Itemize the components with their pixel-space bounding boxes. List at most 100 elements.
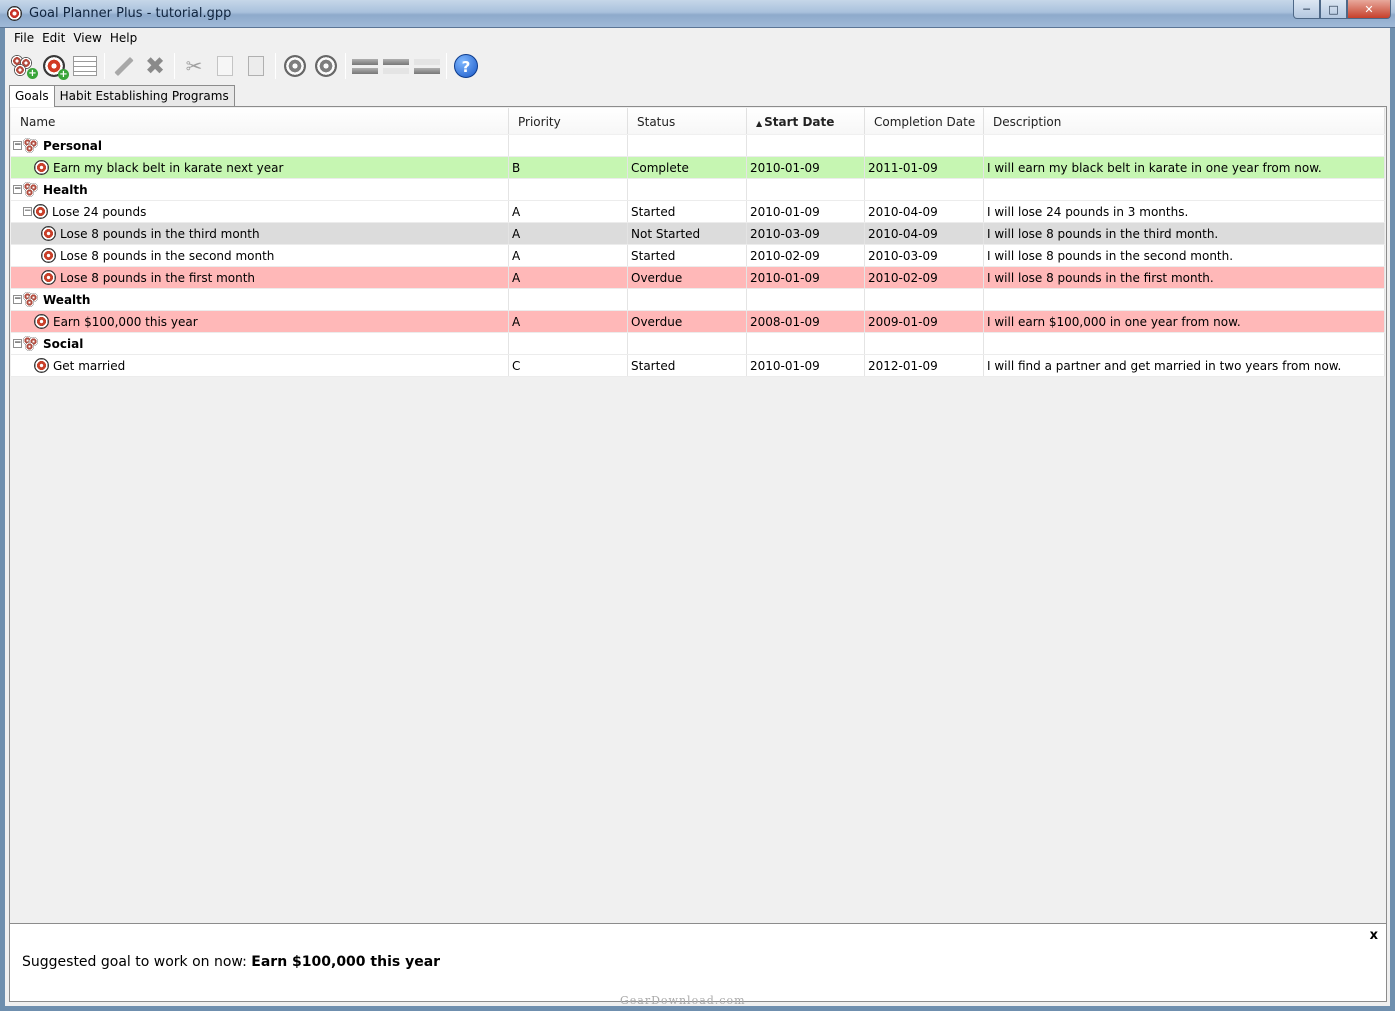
delete-icon: ✖ — [144, 52, 166, 80]
table-row[interactable]: − Lose 24 pounds A Started 2010-01-09 2010-04… — [11, 201, 1385, 223]
menu-file[interactable]: File — [10, 28, 38, 48]
row-name-label: Earn my black belt in karate next year — [53, 160, 284, 175]
cut-button[interactable]: ✂ — [179, 51, 209, 81]
edit-button[interactable] — [109, 51, 139, 81]
add-goal-icon: + — [43, 55, 69, 80]
add-goal-button[interactable]: + — [39, 51, 69, 81]
paste-button[interactable] — [241, 51, 271, 81]
suggested-goal[interactable]: Earn $100,000 this year — [251, 954, 440, 970]
cut-icon: ✂ — [185, 54, 203, 78]
group-row[interactable]: − Personal — [11, 135, 1385, 157]
close-button[interactable]: ✕ — [1347, 0, 1391, 19]
cell-start-date: 2008-01-09 — [747, 311, 865, 332]
cell-completion-date: 2010-03-09 — [865, 245, 984, 266]
goal-target-icon — [41, 226, 56, 241]
table-row[interactable]: Earn $100,000 this year A Overdue 2008-01-0… — [11, 311, 1385, 333]
cell-priority: A — [509, 245, 628, 266]
goal-up-icon — [284, 55, 306, 77]
suggestion-prefix: Suggested goal to work on now: — [22, 954, 247, 970]
goal-down-button[interactable] — [311, 51, 341, 81]
add-table-button[interactable] — [70, 51, 100, 81]
add-group-button[interactable]: + — [8, 51, 38, 81]
help-button[interactable]: ? — [451, 51, 481, 81]
cell-name: − Social — [11, 333, 509, 354]
tree-rows: − Personal Earn my black belt in karate ne… — [11, 135, 1385, 377]
column-header-completion-date[interactable]: Completion Date — [865, 108, 984, 134]
table-row[interactable]: Lose 8 pounds in the third month A Not Sta… — [11, 223, 1385, 245]
cell-priority — [509, 179, 628, 200]
cell-status: Started — [628, 201, 747, 222]
cell-description: I will lose 8 pounds in the second month… — [984, 245, 1385, 266]
cell-completion-date: 2010-04-09 — [865, 201, 984, 222]
group-row[interactable]: − Social — [11, 333, 1385, 355]
column-header-row: Name Priority Status ▲ Start Date Complet… — [11, 108, 1385, 134]
copy-button[interactable] — [210, 51, 240, 81]
cell-start-date: 2010-01-09 — [747, 201, 865, 222]
cell-priority: A — [509, 311, 628, 332]
cell-completion-date: 2012-01-09 — [865, 355, 984, 376]
group-row[interactable]: − Health — [11, 179, 1385, 201]
column-header-start-date[interactable]: ▲ Start Date — [747, 108, 865, 134]
edit-icon — [114, 56, 134, 76]
cell-description — [984, 135, 1385, 156]
collapse-icon[interactable]: − — [13, 339, 22, 348]
row-name-label: Social — [43, 336, 84, 351]
menu-view[interactable]: View — [69, 28, 105, 48]
app-target-icon[interactable] — [7, 6, 22, 21]
move-down-button[interactable] — [412, 51, 442, 81]
row-name-label: Lose 8 pounds in the first month — [60, 270, 256, 285]
group-row[interactable]: − Wealth — [11, 289, 1385, 311]
menu-edit[interactable]: Edit — [38, 28, 69, 48]
menu-help[interactable]: Help — [106, 28, 141, 48]
collapse-icon[interactable]: − — [23, 207, 32, 216]
goal-group-icon — [23, 182, 39, 197]
cell-start-date: 2010-02-09 — [747, 245, 865, 266]
cell-name: Lose 8 pounds in the first month — [11, 267, 509, 288]
cell-name: Earn my black belt in karate next year — [11, 157, 509, 178]
column-header-description[interactable]: Description — [984, 108, 1385, 134]
table-row[interactable]: Lose 8 pounds in the second month A Starte… — [11, 245, 1385, 267]
cell-start-date — [747, 333, 865, 354]
cell-status: Not Started — [628, 223, 747, 244]
cell-completion-date — [865, 333, 984, 354]
cell-status — [628, 135, 747, 156]
row-name-label: Get married — [53, 358, 126, 373]
cell-priority: A — [509, 267, 628, 288]
table-row[interactable]: Lose 8 pounds in the first month A Overdue… — [11, 267, 1385, 289]
collapse-icon[interactable]: − — [13, 185, 22, 194]
goal-target-icon — [33, 204, 48, 219]
column-header-name[interactable]: Name — [11, 108, 509, 134]
collapse-icon[interactable]: − — [13, 141, 22, 150]
client-area: File Edit View Help + + ✖ ✂ ? Goals Habi… — [5, 28, 1390, 1006]
tab-habit-programs[interactable]: Habit Establishing Programs — [53, 85, 235, 106]
move-top-button[interactable] — [381, 51, 411, 81]
cell-description: I will lose 8 pounds in the first month. — [984, 267, 1385, 288]
suggestion-panel: x Suggested goal to work on now: Earn $1… — [9, 924, 1387, 1002]
toolbar-separator — [275, 53, 276, 79]
column-header-priority[interactable]: Priority — [509, 108, 628, 134]
goal-up-button[interactable] — [280, 51, 310, 81]
cell-priority — [509, 333, 628, 354]
row-name-label: Lose 8 pounds in the second month — [60, 248, 275, 263]
cell-priority: B — [509, 157, 628, 178]
window-controls: ─ □ ✕ — [1293, 0, 1391, 19]
suggestion-close-button[interactable]: x — [1370, 928, 1378, 943]
tab-goals[interactable]: Goals — [9, 85, 55, 107]
table-row[interactable]: Get married C Started 2010-01-09 2012-01-09 I… — [11, 355, 1385, 377]
maximize-button[interactable]: □ — [1320, 0, 1347, 19]
title-bar[interactable]: Goal Planner Plus - tutorial.gpp ─ □ ✕ — [0, 0, 1395, 28]
goal-target-icon — [34, 314, 49, 329]
goals-tree-panel: Name Priority Status ▲ Start Date Complet… — [9, 106, 1387, 924]
minimize-button[interactable]: ─ — [1293, 0, 1320, 19]
cell-completion-date — [865, 289, 984, 310]
goals-tree[interactable]: Name Priority Status ▲ Start Date Complet… — [11, 108, 1385, 922]
collapse-icon[interactable]: − — [13, 295, 22, 304]
suggestion-text: Suggested goal to work on now: Earn $100… — [22, 954, 440, 970]
cell-status — [628, 333, 747, 354]
column-header-status[interactable]: Status — [628, 108, 747, 134]
delete-button[interactable]: ✖ — [140, 51, 170, 81]
watermark: GearDownload.com — [620, 994, 746, 1007]
table-row[interactable]: Earn my black belt in karate next year B C… — [11, 157, 1385, 179]
move-up-button[interactable] — [350, 51, 380, 81]
cell-description: I will lose 24 pounds in 3 months. — [984, 201, 1385, 222]
